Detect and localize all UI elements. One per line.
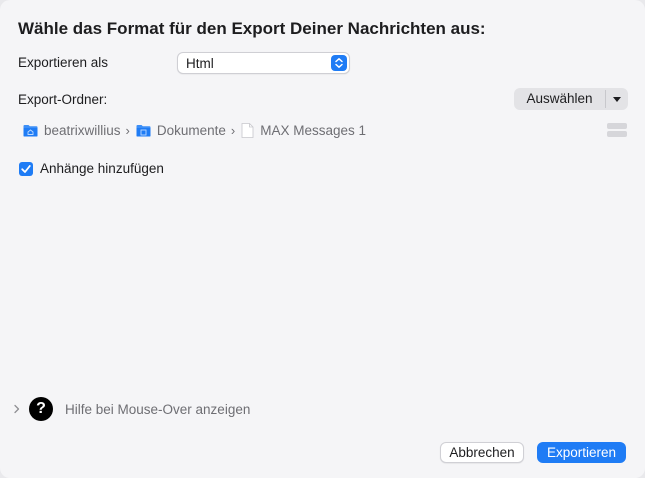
- checkmark-icon: [21, 164, 31, 173]
- dialog-title: Wähle das Format für den Export Deiner N…: [18, 19, 486, 38]
- export-folder-label: Export-Ordner:: [18, 92, 108, 107]
- format-select[interactable]: Html: [177, 52, 350, 74]
- path-item-file[interactable]: MAX Messages 1: [241, 123, 366, 138]
- triangle-down-icon: [613, 97, 621, 102]
- documents-folder-icon: [136, 124, 151, 136]
- format-label: Exportieren als: [18, 55, 109, 70]
- cancel-button[interactable]: Abbrechen: [440, 442, 524, 463]
- path-chevron-icon: ›: [125, 122, 130, 138]
- path-item-label: MAX Messages 1: [260, 122, 367, 138]
- disclosure-chevron-icon[interactable]: [12, 396, 22, 422]
- choose-folder-menu-button[interactable]: [606, 88, 628, 110]
- select-stepper-icon: [331, 55, 347, 71]
- help-label: Hilfe bei Mouse-Over anzeigen: [65, 401, 251, 417]
- help-row: ? Hilfe bei Mouse-Over anzeigen: [12, 396, 250, 422]
- attachments-checkbox[interactable]: [19, 161, 33, 176]
- path-item-home[interactable]: beatrixwillius: [23, 123, 121, 138]
- attachments-label: Anhänge hinzufügen: [40, 161, 164, 176]
- format-select-value: Html: [186, 56, 214, 71]
- help-icon[interactable]: ?: [29, 397, 53, 421]
- home-folder-icon: [23, 124, 38, 136]
- path-item-label: beatrixwillius: [44, 122, 121, 138]
- path-chevron-icon: ›: [230, 122, 236, 138]
- document-icon: [241, 122, 254, 138]
- export-dialog: Wähle das Format für den Export Deiner N…: [0, 0, 645, 478]
- folder-path[interactable]: beatrixwillius › Dokumente › MAX Message…: [23, 121, 366, 139]
- choose-folder-button: Auswählen: [514, 88, 628, 110]
- choose-folder-main-button[interactable]: Auswählen: [514, 88, 605, 110]
- attachments-option[interactable]: Anhänge hinzufügen: [19, 161, 164, 176]
- list-view-icon[interactable]: [606, 121, 628, 139]
- path-item-label: Dokumente: [156, 122, 226, 138]
- path-item-documents[interactable]: Dokumente: [136, 123, 226, 138]
- export-button[interactable]: Exportieren: [537, 442, 626, 463]
